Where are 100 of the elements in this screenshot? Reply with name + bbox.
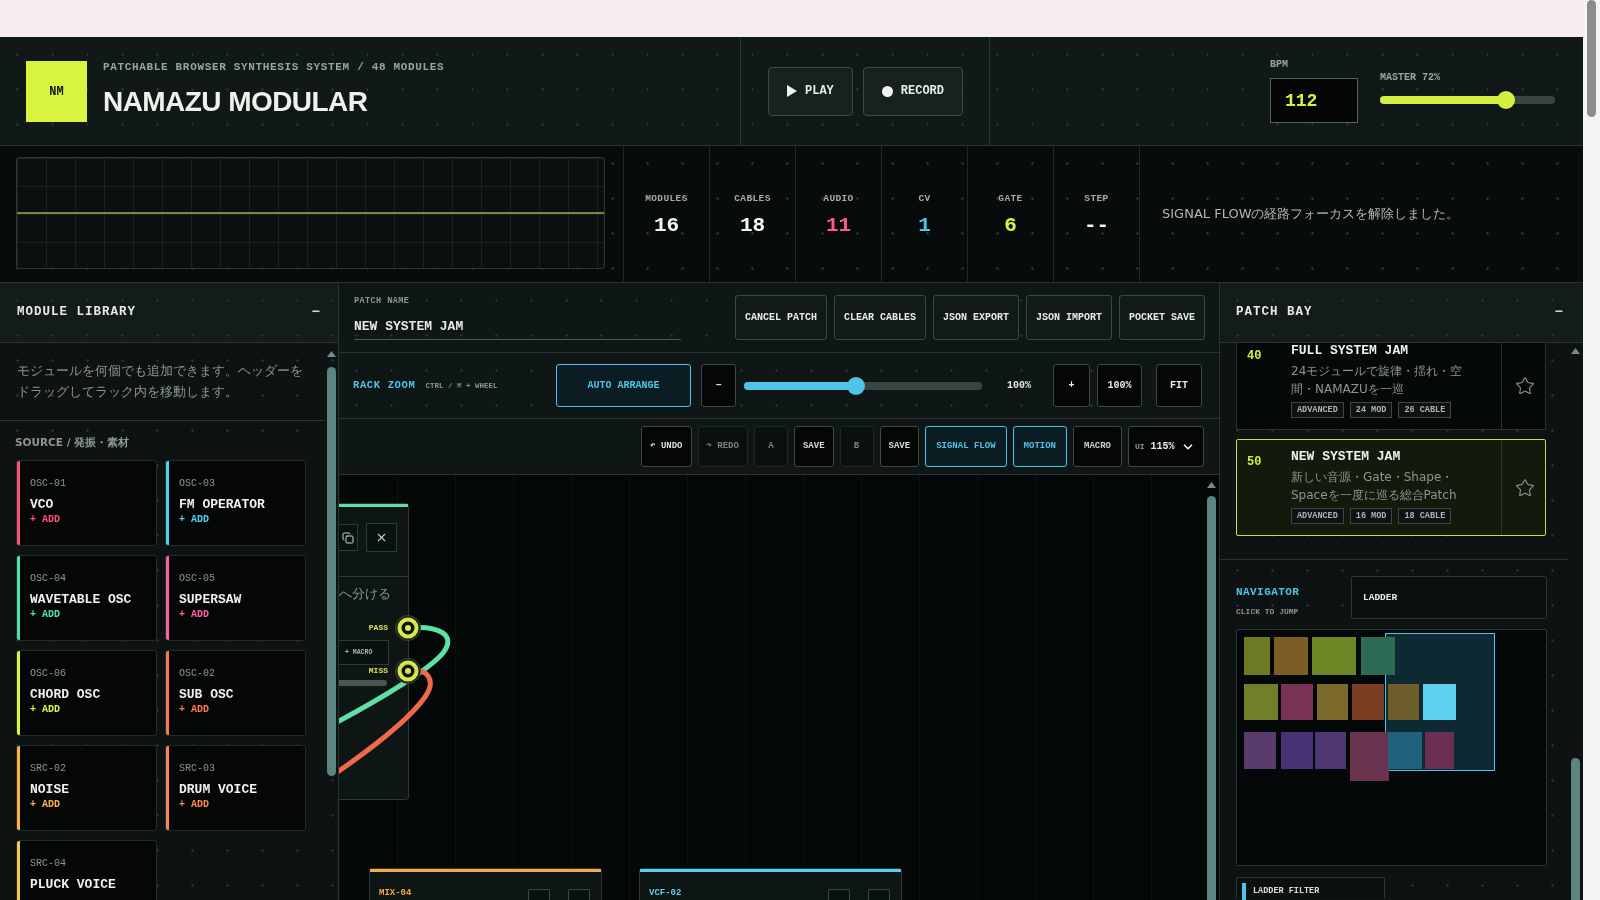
module-panel[interactable]: VCF-02 xyxy=(639,868,902,900)
stat-value: 11 xyxy=(825,214,852,238)
header-button[interactable] xyxy=(828,889,850,900)
add-button[interactable]: + ADD xyxy=(179,704,209,716)
zoom-slider[interactable] xyxy=(744,376,982,395)
module-tile[interactable] xyxy=(1361,637,1395,675)
module-tile[interactable] xyxy=(1423,684,1456,720)
navigator-search-field[interactable]: LADDER xyxy=(1351,576,1547,619)
module-tile[interactable] xyxy=(1244,732,1276,769)
module-card[interactable]: OSC-04 WAVETABLE OSC + ADD xyxy=(16,555,157,641)
add-button[interactable]: + ADD xyxy=(30,609,60,621)
header-button[interactable] xyxy=(868,889,890,900)
scroll-up-icon[interactable] xyxy=(1571,348,1580,354)
module-code: SRC-03 xyxy=(179,763,215,775)
scrollbar-thumb[interactable] xyxy=(327,367,336,776)
module-tile[interactable] xyxy=(1317,684,1348,720)
bpm-input[interactable]: 112 xyxy=(1270,78,1358,123)
close-button[interactable] xyxy=(366,523,397,552)
stat-label: AUDIO xyxy=(823,193,854,205)
module-card[interactable]: OSC-01 VCO + ADD xyxy=(16,460,157,546)
module-tile[interactable] xyxy=(1244,684,1278,720)
module-tile[interactable] xyxy=(1312,637,1356,675)
module-tile[interactable] xyxy=(1281,684,1313,720)
module-card[interactable]: OSC-03 FM OPERATOR + ADD xyxy=(165,460,306,546)
scrollbar-thumb[interactable] xyxy=(1571,758,1580,900)
toolbar-button[interactable]: ↶ UNDO xyxy=(641,426,692,467)
toolbar-button[interactable]: SAVE xyxy=(793,426,834,467)
module-card[interactable]: OSC-06 CHORD OSC + ADD xyxy=(16,650,157,736)
scale-select[interactable]: UI 115% xyxy=(1128,426,1204,467)
module-tile[interactable] xyxy=(1388,732,1422,769)
stat-value: 6 xyxy=(1004,214,1017,238)
module-card[interactable]: SRC-04 PLUCK VOICE xyxy=(16,840,157,900)
toggle-button[interactable]: MOTION xyxy=(1012,426,1067,467)
record-button[interactable]: RECORD xyxy=(862,66,964,116)
stat-label: STEP xyxy=(1084,193,1109,205)
patch-item[interactable]: 50 NEW SYSTEM JAM 新しい音源・Gate・Shape・Spaceを一度に巡る総合Patch ADVANCED 16 MOD 18 CABLE xyxy=(1236,439,1546,536)
port-jack[interactable] xyxy=(395,658,421,684)
add-button[interactable]: + ADD xyxy=(179,514,209,526)
module-tile[interactable] xyxy=(1274,637,1308,675)
auto-arrange-button[interactable]: AUTO ARRANGE xyxy=(556,364,691,407)
module-tile[interactable] xyxy=(1281,732,1313,769)
module-tile[interactable] xyxy=(1350,732,1389,781)
master-volume-slider[interactable] xyxy=(1380,91,1555,109)
zoom-reset-button[interactable]: 100% xyxy=(1097,364,1142,407)
scrollbar-thumb[interactable] xyxy=(1207,496,1216,900)
page-scrollbar-thumb[interactable] xyxy=(1587,0,1596,117)
module-card[interactable]: OSC-02 SUB OSC + ADD xyxy=(165,650,306,736)
module-code: OSC-04 xyxy=(30,573,66,585)
patch-action-button[interactable]: CANCEL PATCH xyxy=(734,295,827,340)
add-button[interactable]: + ADD xyxy=(30,514,60,526)
module-list-item[interactable]: LADDER FILTER xyxy=(1236,877,1385,899)
module-code: OSC-01 xyxy=(30,478,66,490)
module-tile[interactable] xyxy=(1244,637,1270,675)
patch-item[interactable]: 40 FULL SYSTEM JAM 24モジュールで旋律・揺れ・空間・NAMAZUを一巡 ADVANCED 24 MOD 26 CABLE xyxy=(1236,343,1546,430)
rack-zoom-label: RACK ZOOM xyxy=(353,377,416,393)
collapse-button[interactable]: − xyxy=(1554,302,1563,323)
module-code: SRC-04 xyxy=(30,858,66,870)
scroll-up-icon[interactable] xyxy=(327,351,336,357)
port-jack[interactable] xyxy=(395,615,421,641)
header-button[interactable] xyxy=(528,889,550,900)
patch-name-input[interactable]: NEW SYSTEM JAM xyxy=(354,313,681,340)
patch-action-button[interactable]: JSON EXPORT xyxy=(932,295,1019,340)
patch-action-button[interactable]: JSON IMPORT xyxy=(1025,295,1112,340)
patch-cable[interactable] xyxy=(339,667,433,774)
patch-number: 50 xyxy=(1247,455,1262,469)
scroll-up-icon[interactable] xyxy=(1207,482,1216,488)
module-name: FM OPERATOR xyxy=(179,497,265,512)
port-label: PASS xyxy=(368,623,388,633)
add-button[interactable]: + ADD xyxy=(30,704,60,716)
module-panel[interactable]: MIX-04 xyxy=(369,868,602,900)
module-tile[interactable] xyxy=(1352,684,1384,720)
collapse-button[interactable]: − xyxy=(311,302,320,323)
add-button[interactable]: + ADD xyxy=(30,799,60,811)
module-tile[interactable] xyxy=(1315,732,1346,769)
fit-button[interactable]: FIT xyxy=(1156,364,1202,407)
slider-thumb[interactable] xyxy=(846,376,865,395)
module-tile[interactable] xyxy=(1388,684,1419,720)
module-card[interactable]: SRC-03 DRUM VOICE + ADD xyxy=(165,745,306,831)
stat-label: CABLES xyxy=(734,193,771,205)
module-tile[interactable] xyxy=(1425,732,1454,769)
add-button[interactable]: + ADD xyxy=(179,609,209,621)
patch-cable[interactable] xyxy=(339,625,451,724)
copy-button[interactable] xyxy=(339,524,358,551)
port-label: MISS xyxy=(368,666,388,676)
header-button[interactable] xyxy=(568,889,590,900)
module-card[interactable]: OSC-05 SUPERSAW + ADD xyxy=(165,555,306,641)
patch-action-button[interactable]: CLEAR CABLES xyxy=(833,295,926,340)
patch-tag: ADVANCED xyxy=(1291,508,1344,524)
module-name: SUB OSC xyxy=(179,687,234,702)
zoom-out-button[interactable]: − xyxy=(701,364,736,407)
minimap[interactable] xyxy=(1236,629,1547,866)
play-button[interactable]: PLAY xyxy=(768,66,853,116)
patch-action-button[interactable]: POCKET SAVE xyxy=(1119,295,1205,340)
slider-thumb[interactable] xyxy=(1497,91,1515,109)
module-card[interactable]: SRC-02 NOISE + ADD xyxy=(16,745,157,831)
zoom-in-button[interactable]: + xyxy=(1053,364,1090,407)
add-button[interactable]: + ADD xyxy=(179,799,209,811)
toolbar-button[interactable]: SAVE xyxy=(879,426,920,467)
toggle-button[interactable]: SIGNAL FLOW xyxy=(925,426,1007,467)
toggle-button[interactable]: MACRO xyxy=(1073,426,1122,467)
